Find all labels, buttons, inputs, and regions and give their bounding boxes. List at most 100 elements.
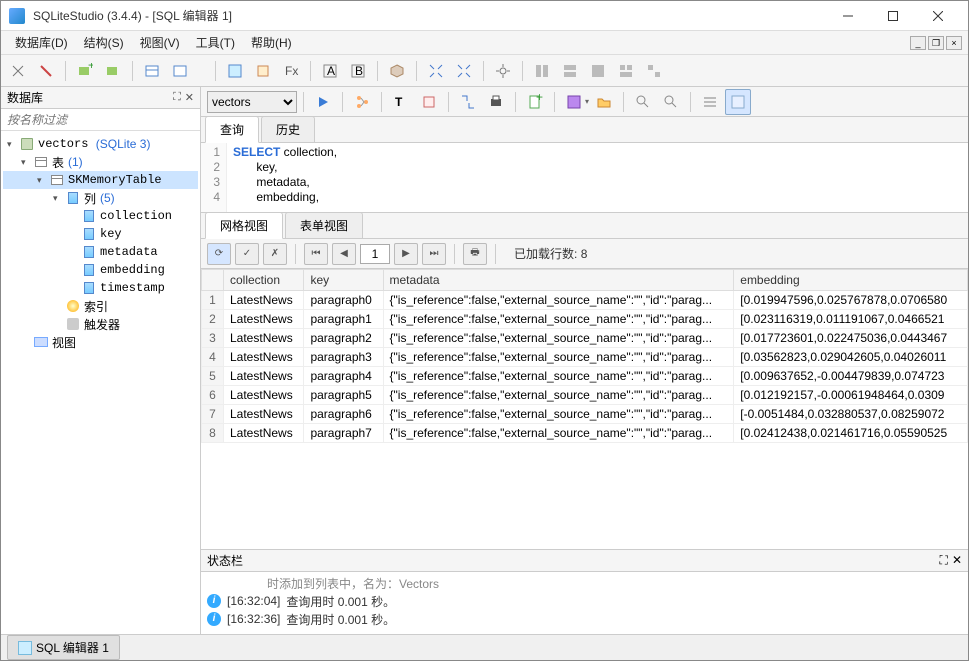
mdi-restore-button[interactable]: ❐ xyxy=(928,36,944,50)
close-panel-icon[interactable]: ✕ xyxy=(185,91,194,104)
last-page-icon[interactable]: ⏭ xyxy=(422,243,446,265)
undock-icon[interactable]: ⛶ xyxy=(173,91,181,104)
table-row[interactable]: 5LatestNewsparagraph4{"is_reference":fal… xyxy=(202,367,968,386)
refresh-icon[interactable]: ⟳ xyxy=(207,243,231,265)
sql-editor-icon[interactable] xyxy=(222,58,248,84)
results-navbar: ⟳ ✓ ✗ ⏮ ◀ ▶ ⏭ 🖶 已加载行数: 8 xyxy=(201,239,968,269)
ddl-history-icon[interactable] xyxy=(250,58,276,84)
tree-columns[interactable]: 列 xyxy=(84,190,96,207)
table-row[interactable]: 4LatestNewsparagraph3{"is_reference":fal… xyxy=(202,348,968,367)
sql-editor[interactable]: 1234 SELECT collection, key, metadata, e… xyxy=(201,143,968,213)
layout3-icon[interactable] xyxy=(585,58,611,84)
layout2-icon[interactable] xyxy=(557,58,583,84)
edit-db-icon[interactable] xyxy=(100,58,126,84)
info-icon: i xyxy=(207,612,221,626)
tree-column-item[interactable]: collection xyxy=(100,209,172,223)
edit-table-icon[interactable] xyxy=(167,58,193,84)
db-tree[interactable]: ▾vectors (SQLite 3) ▾表(1) ▾SKMemoryTable… xyxy=(1,131,200,634)
mdi-close-button[interactable]: × xyxy=(946,36,962,50)
mdi-minimize-button[interactable]: _ xyxy=(910,36,926,50)
expand-sql-icon[interactable] xyxy=(455,89,481,115)
disconnect-icon[interactable] xyxy=(33,58,59,84)
status-log: 时添加到列表中，名为：Vectors i[16:32:04]查询用时 0.001… xyxy=(201,572,968,634)
tab-grid-view[interactable]: 网格视图 xyxy=(205,212,283,239)
view-list-icon[interactable] xyxy=(697,89,723,115)
commit-icon[interactable]: ✓ xyxy=(235,243,259,265)
table-row[interactable]: 2LatestNewsparagraph1{"is_reference":fal… xyxy=(202,310,968,329)
column-header[interactable]: collection xyxy=(224,270,304,291)
column-header[interactable]: key xyxy=(304,270,383,291)
bottom-tab-sql[interactable]: SQL 编辑器 1 xyxy=(7,635,120,660)
svg-text:B: B xyxy=(355,64,363,78)
filter-input[interactable] xyxy=(1,109,200,130)
tree-column-item[interactable]: key xyxy=(100,227,122,241)
clear-icon[interactable] xyxy=(416,89,442,115)
layout4-icon[interactable] xyxy=(613,58,639,84)
menu-structure[interactable]: 结构(S) xyxy=(76,31,132,54)
execute-icon[interactable] xyxy=(310,89,336,115)
tree-table-item[interactable]: SKMemoryTable xyxy=(68,173,162,187)
layout5-icon[interactable] xyxy=(641,58,667,84)
minimize-button[interactable] xyxy=(825,2,870,30)
tab-history[interactable]: 历史 xyxy=(261,116,315,142)
tree-tables[interactable]: 表 xyxy=(52,154,64,171)
expand-icon[interactable] xyxy=(423,58,449,84)
code-b-icon[interactable]: B xyxy=(345,58,371,84)
table-row[interactable]: 8LatestNewsparagraph7{"is_reference":fal… xyxy=(202,424,968,443)
table-row[interactable]: 6LatestNewsparagraph5{"is_reference":fal… xyxy=(202,386,968,405)
status-undock-icon[interactable]: ⛶ xyxy=(940,553,948,568)
tree-column-item[interactable]: embedding xyxy=(100,263,165,277)
function-icon[interactable]: Fx xyxy=(278,58,304,84)
menu-help[interactable]: 帮助(H) xyxy=(243,31,300,54)
save-icon[interactable] xyxy=(561,89,587,115)
add-table-icon[interactable] xyxy=(139,58,165,84)
status-close-icon[interactable]: ✕ xyxy=(952,553,962,568)
editor-panel: vectors T + ▾ 查询 历史 xyxy=(201,87,968,634)
print-results-icon[interactable]: 🖶 xyxy=(463,243,487,265)
tree-column-item[interactable]: metadata xyxy=(100,245,158,259)
collapse-icon[interactable] xyxy=(451,58,477,84)
search-icon[interactable] xyxy=(630,89,656,115)
rollback-icon[interactable]: ✗ xyxy=(263,243,287,265)
format-icon[interactable]: T xyxy=(388,89,414,115)
svg-text:T: T xyxy=(395,95,403,109)
connect-icon[interactable] xyxy=(5,58,31,84)
table-row[interactable]: 3LatestNewsparagraph2{"is_reference":fal… xyxy=(202,329,968,348)
search2-icon[interactable] xyxy=(658,89,684,115)
menu-view[interactable]: 视图(V) xyxy=(132,31,188,54)
print-icon[interactable] xyxy=(483,89,509,115)
sidebar: 数据库 ⛶ ✕ ▾vectors (SQLite 3) ▾表(1) ▾SKMem… xyxy=(1,87,201,634)
menu-database[interactable]: 数据库(D) xyxy=(7,31,76,54)
results-grid[interactable]: collectionkeymetadataembedding 1LatestNe… xyxy=(201,269,968,549)
column-header[interactable]: embedding xyxy=(734,270,968,291)
tree-triggers[interactable]: 触发器 xyxy=(84,316,120,333)
tree-views[interactable]: 视图 xyxy=(52,334,76,351)
open-icon[interactable] xyxy=(591,89,617,115)
code-a-icon[interactable]: A xyxy=(317,58,343,84)
info-icon: i xyxy=(207,594,221,608)
tree-column-item[interactable]: timestamp xyxy=(100,281,165,295)
close-button[interactable] xyxy=(915,2,960,30)
layout1-icon[interactable] xyxy=(529,58,555,84)
view-grid-icon[interactable] xyxy=(725,89,751,115)
menu-tools[interactable]: 工具(T) xyxy=(188,31,243,54)
maximize-button[interactable] xyxy=(870,2,915,30)
prev-page-icon[interactable]: ◀ xyxy=(332,243,356,265)
tab-query[interactable]: 查询 xyxy=(205,116,259,143)
table-row[interactable]: 1LatestNewsparagraph0{"is_reference":fal… xyxy=(202,291,968,310)
db-selector[interactable]: vectors xyxy=(207,91,297,113)
explain-icon[interactable] xyxy=(349,89,375,115)
new-file-icon[interactable]: + xyxy=(522,89,548,115)
package-icon[interactable] xyxy=(384,58,410,84)
settings-icon[interactable] xyxy=(490,58,516,84)
loaded-count: 8 xyxy=(581,247,588,261)
first-page-icon[interactable]: ⏮ xyxy=(304,243,328,265)
table-row[interactable]: 7LatestNewsparagraph6{"is_reference":fal… xyxy=(202,405,968,424)
page-input[interactable] xyxy=(360,244,390,264)
tab-form-view[interactable]: 表单视图 xyxy=(285,212,363,238)
column-header[interactable]: metadata xyxy=(383,270,734,291)
tree-indexes[interactable]: 索引 xyxy=(84,298,108,315)
next-page-icon[interactable]: ▶ xyxy=(394,243,418,265)
tree-db-name[interactable]: vectors xyxy=(38,137,88,151)
add-db-icon[interactable]: + xyxy=(72,58,98,84)
